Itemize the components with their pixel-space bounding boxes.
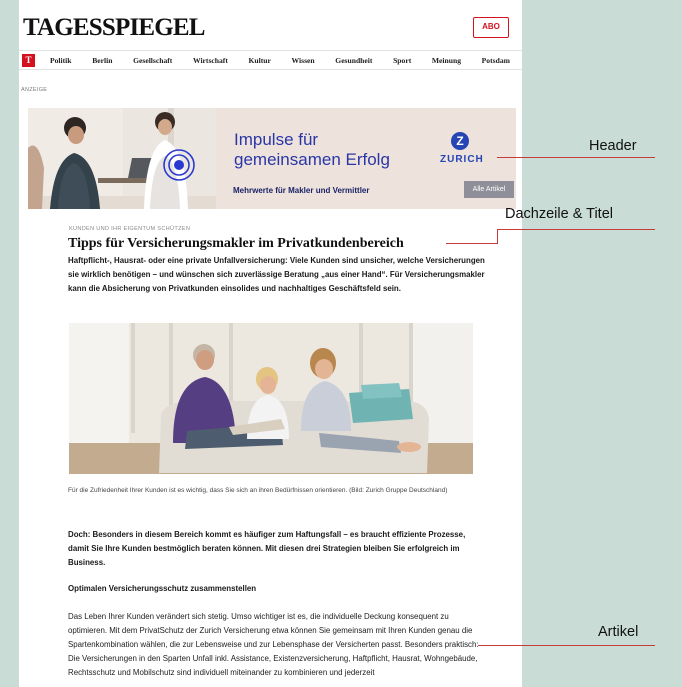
site-logo[interactable]: TAGESSPIEGEL — [23, 14, 205, 42]
article-headline[interactable]: Tipps für Versicherungsmakler im Privatk… — [68, 236, 404, 252]
zurich-brand-name: ZURICH — [440, 154, 484, 165]
article-body: Das Leben Ihrer Kunden verändert sich st… — [68, 612, 479, 677]
nav-item-wirtschaft[interactable]: Wirtschaft — [193, 56, 228, 65]
zurich-logo-icon: Z — [451, 132, 469, 150]
nav-item-meinung[interactable]: Meinung — [432, 56, 461, 65]
header-callout-line — [497, 157, 655, 158]
nav-item-politik[interactable]: Politik — [50, 56, 72, 65]
nav-item-wissen[interactable]: Wissen — [292, 56, 315, 65]
ad-office-photo — [28, 108, 216, 209]
zurich-ad-banner[interactable]: Impulse für gemeinsamen Erfolg Z ZURICH … — [28, 108, 516, 209]
article-callout-label: Artikel — [598, 624, 639, 640]
title-callout-connector — [497, 229, 498, 243]
nav-items: Politik Berlin Gesellschaft Wirtschaft K… — [50, 51, 510, 69]
ad-label: ANZEIGE — [21, 87, 48, 93]
nav-item-sport[interactable]: Sport — [393, 56, 411, 65]
masthead: TAGESSPIEGEL ABO — [19, 14, 522, 44]
nav-item-potsdam[interactable]: Potsdam — [482, 56, 510, 65]
title-callout-pointer — [446, 243, 498, 244]
tagesspiegel-badge-icon[interactable]: T — [22, 54, 35, 67]
nav-item-gesundheit[interactable]: Gesundheit — [335, 56, 372, 65]
newspaper-page: TAGESSPIEGEL ABO T Politik Berlin Gesell… — [19, 0, 522, 687]
article-kicker: KUNDEN UND IHR EIGENTUM SCHÜTZEN — [69, 226, 191, 232]
title-callout-label: Dachzeile & Titel — [505, 206, 613, 222]
article-subhead: Optimalen Versicherungsschutz zusammenst… — [68, 584, 257, 593]
ad-title-line-1: Impulse für — [234, 130, 319, 149]
main-navigation: T Politik Berlin Gesellschaft Wirtschaft… — [19, 50, 522, 70]
family-sofa-photo — [69, 323, 473, 474]
nav-item-berlin[interactable]: Berlin — [92, 56, 112, 65]
photo-caption: Für die Zufriedenheit Ihrer Kunden ist e… — [68, 487, 448, 494]
article-intro: Doch: Besonders in diesem Bereich kommt … — [68, 530, 466, 567]
all-articles-button[interactable]: Alle Artikel — [464, 181, 514, 198]
ad-title: Impulse für gemeinsamen Erfolg — [234, 130, 390, 170]
abo-button[interactable]: ABO — [473, 17, 509, 38]
article-lead: Haftpflicht-, Hausrat- oder eine private… — [68, 256, 485, 293]
nav-item-kultur[interactable]: Kultur — [249, 56, 271, 65]
ad-subtitle: Mehrwerte für Makler und Vermittler — [233, 186, 370, 195]
article-callout-line — [478, 645, 655, 646]
title-callout-line — [497, 229, 655, 230]
header-callout-label: Header — [589, 138, 637, 154]
nav-item-gesellschaft[interactable]: Gesellschaft — [133, 56, 172, 65]
ad-title-line-2: gemeinsamen Erfolg — [234, 150, 390, 169]
